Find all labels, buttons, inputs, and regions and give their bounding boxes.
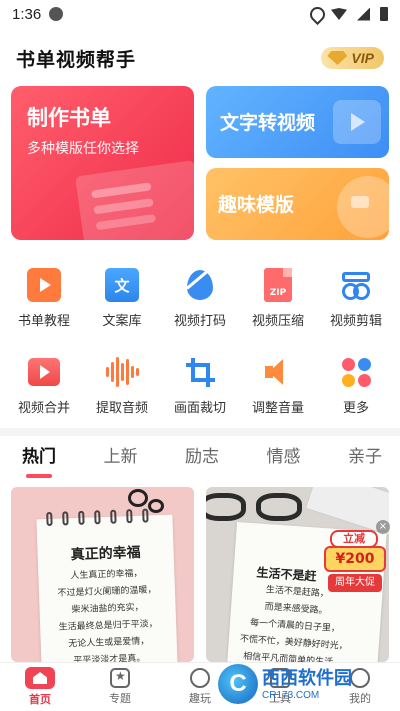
promo-footer: 周年大促 (328, 574, 382, 592)
wifi-icon (331, 8, 347, 20)
user-icon (350, 668, 370, 688)
book-play-icon (27, 268, 61, 302)
tab-inspire[interactable]: 励志 (185, 440, 219, 478)
glasses-illustration (206, 493, 320, 523)
more-dots-icon (339, 355, 373, 389)
category-tabs: 热门 上新 励志 情感 亲子 (0, 440, 400, 478)
book-illustration-icon (75, 160, 194, 240)
tab-hot[interactable]: 热门 (22, 440, 56, 478)
signal-icon (357, 7, 370, 21)
video-merge-icon (28, 358, 60, 386)
nav-home[interactable]: 首页 (0, 663, 80, 711)
tool-video-merge[interactable]: 视频合并 (6, 355, 82, 416)
scissors-icon (339, 268, 373, 302)
tab-parenting[interactable]: 亲子 (348, 440, 382, 478)
nav-mine[interactable]: 我的 (320, 663, 400, 711)
promo-amount: ¥200 (324, 546, 386, 572)
card-title: 真正的幸福 (70, 544, 141, 564)
make-booklist-title: 制作书单 (27, 106, 111, 130)
tab-new[interactable]: 上新 (104, 440, 138, 478)
fun-template-title: 趣味模版 (218, 194, 295, 216)
home-icon (25, 667, 55, 689)
vip-button[interactable]: VIP (321, 47, 384, 69)
tools-row-1: 书单教程 文 文案库 视频打码 ZIP 视频压缩 视频剪辑 (0, 268, 400, 329)
section-divider (0, 428, 400, 436)
template-card-happiness[interactable]: 真正的幸福 人生真正的幸福， 不过是灯火阑珊的温暖， 柴米油盐的充实， 生活最终… (11, 487, 194, 662)
bottom-nav: 首页 专题 趣玩 工具 我的 (0, 662, 400, 711)
tool-video-mosaic[interactable]: 视频打码 (162, 268, 238, 329)
tool-icon (270, 668, 290, 688)
tools-row-2: 视频合并 提取音频 画面裁切 调整音量 更多 (0, 355, 400, 416)
tool-video-compress[interactable]: ZIP 视频压缩 (240, 268, 316, 329)
nav-label: 我的 (349, 692, 371, 705)
tool-more[interactable]: 更多 (318, 355, 394, 416)
vip-label: VIP (351, 50, 374, 66)
sync-status-icon (49, 7, 64, 21)
tool-label: 视频剪辑 (329, 314, 382, 329)
notebook-rings (46, 508, 149, 527)
tool-booklist-tutorial[interactable]: 书单教程 (6, 268, 82, 329)
tool-label: 文案库 (102, 314, 142, 329)
tool-video-edit[interactable]: 视频剪辑 (318, 268, 394, 329)
notebook-paper: 真正的幸福 人生真正的幸福， 不过是灯火阑珊的温暖， 柴米油盐的充实， 生活最终… (36, 508, 178, 662)
make-booklist-card[interactable]: 制作书单 多种模版任你选择 (11, 86, 194, 240)
status-time: 1:36 (12, 5, 42, 23)
promo-badge[interactable]: 立减 ¥200 周年大促 (324, 530, 386, 598)
crop-icon (183, 355, 217, 389)
audio-wave-icon (105, 355, 139, 389)
nav-tools[interactable]: 工具 (240, 663, 320, 711)
mosaic-drop-icon (187, 270, 213, 300)
tool-extract-audio[interactable]: 提取音频 (84, 355, 160, 416)
zip-file-icon: ZIP (264, 268, 292, 302)
nav-label: 专题 (109, 692, 131, 705)
binder-clip-icon (148, 499, 164, 513)
video-play-icon (333, 100, 381, 144)
nav-fun[interactable]: 趣玩 (160, 663, 240, 711)
tool-crop[interactable]: 画面裁切 (162, 355, 238, 416)
make-booklist-subtitle: 多种模版任你选择 (27, 141, 139, 157)
app-title: 书单视频帮手 (16, 48, 137, 71)
location-icon (310, 7, 321, 21)
status-bar: 1:36 (0, 0, 400, 28)
tool-label: 视频压缩 (251, 314, 304, 329)
tool-adjust-volume[interactable]: 调整音量 (240, 355, 316, 416)
nav-label: 首页 (29, 693, 51, 706)
nav-topics[interactable]: 专题 (80, 663, 160, 711)
pacman-icon (337, 176, 389, 238)
fun-template-card[interactable]: 趣味模版 (206, 168, 389, 240)
nav-label: 工具 (269, 692, 291, 705)
tool-label: 视频合并 (17, 401, 70, 416)
text-to-video-card[interactable]: 文字转视频 (206, 86, 389, 158)
nav-label: 趣玩 (189, 692, 211, 705)
tab-emotion[interactable]: 情感 (267, 440, 301, 478)
star-icon (110, 668, 130, 688)
tool-label: 书单教程 (17, 314, 70, 329)
app-header: 书单视频帮手 VIP (0, 40, 400, 76)
tool-label: 视频打码 (173, 314, 226, 329)
text-doc-icon: 文 (105, 268, 139, 302)
tool-copy-library[interactable]: 文 文案库 (84, 268, 160, 329)
binder-clip-icon (128, 489, 148, 507)
diamond-icon (327, 51, 348, 65)
status-icons (310, 7, 388, 21)
tool-label: 画面裁切 (173, 401, 226, 416)
volume-icon (261, 355, 295, 389)
text-to-video-title: 文字转视频 (220, 112, 316, 134)
tool-label: 提取音频 (95, 401, 148, 416)
tool-label: 更多 (342, 401, 369, 416)
tool-label: 调整音量 (251, 401, 304, 416)
battery-icon (380, 7, 388, 21)
card-text: 人生真正的幸福， 不过是灯火阑珊的温暖， 柴米油盐的充实， 生活最终总是归于平淡… (38, 565, 177, 662)
play-icon (190, 668, 210, 688)
